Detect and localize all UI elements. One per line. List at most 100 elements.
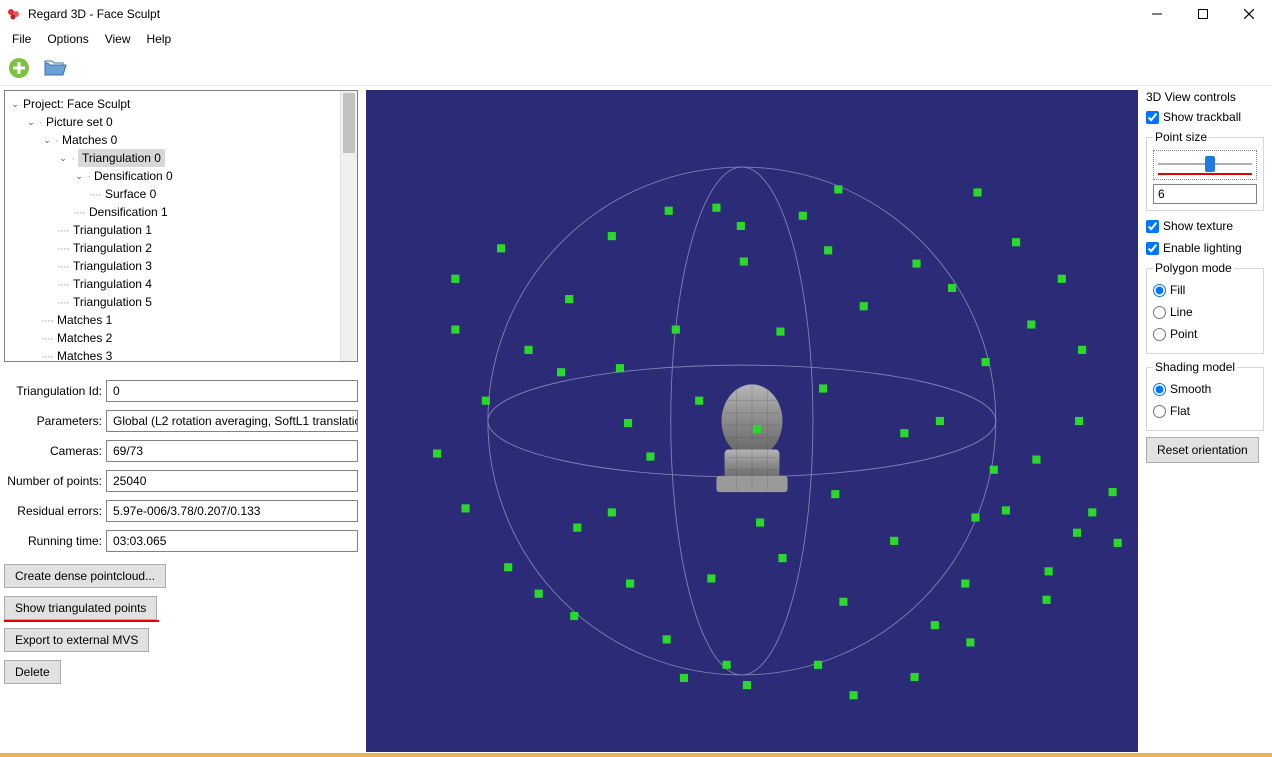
camera-marker (1043, 596, 1051, 604)
menu-help[interactable]: Help (139, 29, 180, 49)
polygon-point-radio[interactable]: Point (1153, 325, 1257, 343)
new-project-button[interactable] (4, 53, 34, 83)
camera-marker (451, 326, 459, 334)
shading-flat-radio[interactable]: Flat (1153, 402, 1257, 420)
camera-marker (982, 358, 990, 366)
camera-marker (1078, 346, 1086, 354)
3d-viewport[interactable] (366, 90, 1138, 752)
camera-marker (723, 661, 731, 669)
tree-densification-0[interactable]: ⌄·Densification 0 (7, 167, 355, 185)
camera-marker (900, 429, 908, 437)
open-project-button[interactable] (40, 53, 70, 83)
tree-surface-0[interactable]: ····Surface 0 (7, 185, 355, 203)
tree-triangulation-3[interactable]: ····Triangulation 3 (7, 257, 355, 275)
tree-matches-0[interactable]: ⌄·Matches 0 (7, 131, 355, 149)
tree-matches-1[interactable]: ····Matches 1 (7, 311, 355, 329)
residual-value: 5.97e-006/3.78/0.207/0.133 (106, 500, 358, 522)
tree-matches-2[interactable]: ····Matches 2 (7, 329, 355, 347)
camera-marker (497, 244, 505, 252)
camera-marker (573, 524, 581, 532)
bottom-border (0, 753, 1272, 757)
camera-marker (707, 574, 715, 582)
camera-marker (1032, 456, 1040, 464)
shading-smooth-radio[interactable]: Smooth (1153, 380, 1257, 398)
window-title: Regard 3D - Face Sculpt (28, 7, 160, 21)
camera-marker (535, 590, 543, 598)
tree-project-root[interactable]: ⌄Project: Face Sculpt (7, 95, 355, 113)
polygon-fill-radio[interactable]: Fill (1153, 281, 1257, 299)
camera-marker (504, 563, 512, 571)
camera-marker (799, 212, 807, 220)
actions-panel: Create dense pointcloud... Show triangul… (4, 564, 358, 692)
create-dense-button[interactable]: Create dense pointcloud... (4, 564, 166, 588)
tree-triangulation-1[interactable]: ····Triangulation 1 (7, 221, 355, 239)
polygon-line-radio[interactable]: Line (1153, 303, 1257, 321)
camera-marker (819, 384, 827, 392)
right-panel: 3D View controls Show trackball Point si… (1142, 86, 1272, 756)
camera-marker (814, 661, 822, 669)
camera-marker (948, 284, 956, 292)
runtime-value: 03:03.065 (106, 530, 358, 552)
camera-marker (850, 691, 858, 699)
camera-marker (680, 674, 688, 682)
camera-marker (743, 681, 751, 689)
params-label: Parameters: (4, 414, 106, 428)
camera-marker (433, 449, 441, 457)
app-icon (6, 6, 22, 22)
tri-id-label: Triangulation Id: (4, 384, 106, 398)
show-texture-checkbox[interactable]: Show texture (1146, 217, 1264, 235)
tree-triangulation-4[interactable]: ····Triangulation 4 (7, 275, 355, 293)
point-size-group: Point size 6 (1146, 130, 1264, 211)
params-value: Global (L2 rotation averaging, SoftL1 tr… (106, 410, 358, 432)
tree-scrollbar[interactable] (340, 91, 357, 361)
show-triangulated-button[interactable]: Show triangulated points (4, 596, 157, 620)
tree-triangulation-2[interactable]: ····Triangulation 2 (7, 239, 355, 257)
camera-marker (1073, 529, 1081, 537)
camera-marker (565, 295, 573, 303)
close-button[interactable] (1226, 0, 1272, 28)
camera-marker (834, 185, 842, 193)
view-controls-heading: 3D View controls (1146, 90, 1264, 104)
camera-marker (1075, 417, 1083, 425)
camera-marker (824, 246, 832, 254)
maximize-button[interactable] (1180, 0, 1226, 28)
menu-options[interactable]: Options (39, 29, 96, 49)
tree-picture-set[interactable]: ⌄·Picture set 0 (7, 113, 355, 131)
reset-orientation-button[interactable]: Reset orientation (1146, 437, 1259, 463)
cameras-label: Cameras: (4, 444, 106, 458)
menu-file[interactable]: File (4, 29, 39, 49)
camera-marker (753, 425, 761, 433)
camera-marker (608, 232, 616, 240)
project-tree[interactable]: ⌄Project: Face Sculpt ⌄·Picture set 0 ⌄·… (4, 90, 358, 362)
menu-bar: File Options View Help (0, 28, 1272, 50)
camera-marker (451, 275, 459, 283)
properties-panel: Triangulation Id: 0 Parameters: Global (… (4, 378, 358, 558)
enable-lighting-checkbox[interactable]: Enable lighting (1146, 239, 1264, 257)
tree-triangulation-5[interactable]: ····Triangulation 5 (7, 293, 355, 311)
export-mvs-button[interactable]: Export to external MVS (4, 628, 149, 652)
minimize-button[interactable] (1134, 0, 1180, 28)
camera-marker (737, 222, 745, 230)
camera-marker (1027, 320, 1035, 328)
cameras-value: 69/73 (106, 440, 358, 462)
camera-marker (626, 579, 634, 587)
camera-marker (973, 188, 981, 196)
tree-triangulation-0[interactable]: ⌄·Triangulation 0 (7, 149, 355, 167)
annotation-underline (4, 620, 159, 622)
tree-matches-3[interactable]: ····Matches 3 (7, 347, 355, 362)
tree-densification-1[interactable]: ····Densification 1 (7, 203, 355, 221)
camera-marker (936, 417, 944, 425)
point-size-slider[interactable] (1153, 150, 1257, 180)
menu-view[interactable]: View (97, 29, 139, 49)
camera-marker (557, 368, 565, 376)
residual-label: Residual errors: (4, 504, 106, 518)
camera-marker (860, 302, 868, 310)
model-bust (716, 384, 787, 492)
camera-marker (695, 397, 703, 405)
camera-marker (971, 513, 979, 521)
show-trackball-checkbox[interactable]: Show trackball (1146, 108, 1264, 126)
camera-marker (1114, 539, 1122, 547)
runtime-label: Running time: (4, 534, 106, 548)
point-size-value[interactable]: 6 (1153, 184, 1257, 204)
delete-button[interactable]: Delete (4, 660, 61, 684)
